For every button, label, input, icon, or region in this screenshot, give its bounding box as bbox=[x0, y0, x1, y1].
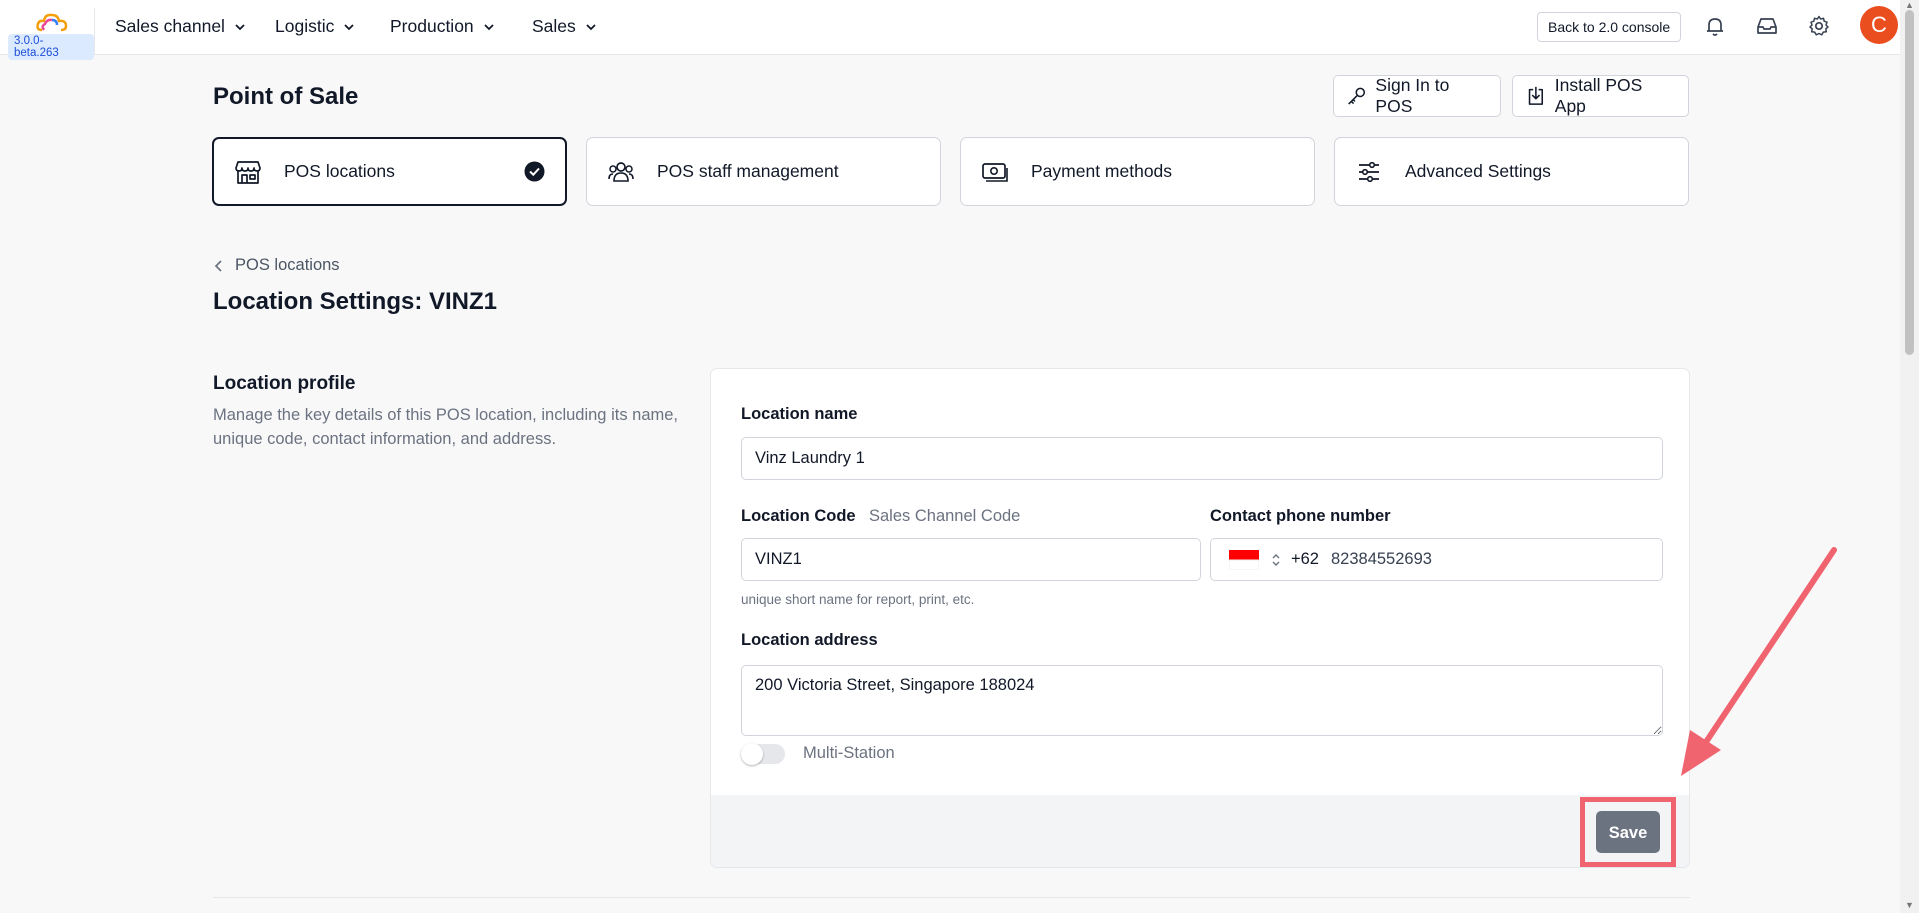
multi-station-label: Multi-Station bbox=[803, 744, 895, 762]
nav-label: Production bbox=[390, 16, 474, 36]
users-icon bbox=[608, 161, 634, 182]
location-name-input[interactable] bbox=[741, 437, 1663, 480]
tab-payment-methods[interactable]: Payment methods bbox=[960, 137, 1315, 206]
multi-station-toggle[interactable] bbox=[741, 743, 785, 765]
chevron-up-down-icon bbox=[1272, 553, 1280, 566]
phone-prefix: +62 bbox=[1291, 550, 1319, 568]
bell-icon[interactable] bbox=[1703, 14, 1727, 38]
phone-number-input[interactable] bbox=[1329, 549, 1633, 570]
nav-production[interactable]: Production bbox=[390, 16, 496, 37]
back-to-console-button[interactable]: Back to 2.0 console bbox=[1537, 12, 1682, 42]
user-avatar[interactable]: C bbox=[1860, 6, 1898, 44]
chevron-down-icon bbox=[235, 23, 245, 30]
tab-label: Payment methods bbox=[1031, 161, 1173, 181]
chevron-down-icon bbox=[586, 23, 596, 30]
save-highlight-box bbox=[1580, 797, 1676, 867]
nav-label: Sales channel bbox=[115, 16, 225, 36]
nav-logistic[interactable]: Logistic bbox=[275, 16, 356, 37]
toggle-knob bbox=[741, 743, 763, 765]
page-title: Point of Sale bbox=[213, 83, 359, 110]
version-badge: 3.0.0-beta.263 bbox=[8, 34, 94, 60]
chevron-left-icon bbox=[214, 259, 222, 272]
breadcrumb-back-link[interactable]: POS locations bbox=[235, 256, 340, 275]
install-pos-app-button[interactable]: Install POS App bbox=[1512, 75, 1689, 117]
location-address-label: Location address bbox=[741, 631, 878, 649]
location-name-label: Location name bbox=[741, 405, 858, 423]
location-code-label: Location Code bbox=[741, 507, 856, 525]
section-divider bbox=[213, 897, 1690, 898]
chevron-down-icon bbox=[344, 23, 354, 30]
section-title: Location Settings: VINZ1 bbox=[213, 288, 498, 315]
tab-advanced-settings[interactable]: Advanced Settings bbox=[1334, 137, 1689, 206]
sliders-icon bbox=[1359, 161, 1379, 182]
scroll-down-icon[interactable]: ▼ bbox=[1905, 900, 1914, 910]
location-address-textarea[interactable]: 200 Victoria Street, Singapore 188024 bbox=[741, 665, 1663, 736]
page-scrollbar[interactable]: ▲ ▼ bbox=[1900, 0, 1919, 913]
banknote-icon bbox=[982, 162, 1008, 182]
inbox-icon[interactable] bbox=[1755, 14, 1779, 38]
location-form-card: Location name Location Code Sales Channe… bbox=[710, 368, 1690, 868]
nav-label: Logistic bbox=[275, 16, 335, 36]
nav-label: Sales bbox=[532, 16, 576, 36]
phone-field[interactable]: +62 bbox=[1210, 538, 1663, 581]
profile-description: Manage the key details of this POS locat… bbox=[213, 406, 679, 448]
profile-heading: Location profile bbox=[213, 373, 356, 394]
key-icon bbox=[1348, 87, 1366, 105]
sales-channel-code-label[interactable]: Sales Channel Code bbox=[869, 507, 1020, 526]
tab-label: Advanced Settings bbox=[1405, 161, 1551, 181]
tab-pos-locations[interactable]: POS locations bbox=[212, 137, 567, 206]
store-icon bbox=[235, 160, 261, 184]
download-icon bbox=[1528, 86, 1544, 105]
indonesia-flag-icon bbox=[1229, 549, 1259, 570]
form-footer bbox=[711, 795, 1689, 867]
location-code-hint: unique short name for report, print, etc… bbox=[741, 592, 975, 607]
scroll-up-icon[interactable]: ▲ bbox=[1905, 0, 1914, 10]
breadcrumb[interactable]: POS locations bbox=[213, 256, 340, 275]
country-flag-select[interactable] bbox=[1229, 549, 1281, 570]
gear-icon[interactable] bbox=[1807, 14, 1831, 38]
chevron-down-icon bbox=[484, 23, 494, 30]
top-navigation-bar: 3.0.0-beta.263 Sales channel Logistic Pr… bbox=[0, 0, 1900, 60]
location-code-input[interactable] bbox=[741, 538, 1201, 581]
sign-in-label: Sign In to POS bbox=[1375, 75, 1450, 116]
logo-area[interactable]: 3.0.0-beta.263 bbox=[6, 8, 95, 60]
contact-phone-label: Contact phone number bbox=[1210, 507, 1391, 525]
cloud-logo-icon bbox=[36, 13, 68, 32]
tab-label: POS staff management bbox=[657, 161, 839, 181]
install-label: Install POS App bbox=[1554, 75, 1643, 116]
nav-sales-channel[interactable]: Sales channel bbox=[115, 16, 247, 37]
scroll-thumb[interactable] bbox=[1905, 10, 1914, 355]
check-circle-icon bbox=[524, 161, 545, 182]
sign-in-to-pos-button[interactable]: Sign In to POS bbox=[1333, 75, 1501, 117]
tab-pos-staff-management[interactable]: POS staff management bbox=[586, 137, 941, 206]
tab-label: POS locations bbox=[284, 161, 395, 181]
nav-sales[interactable]: Sales bbox=[532, 16, 598, 37]
